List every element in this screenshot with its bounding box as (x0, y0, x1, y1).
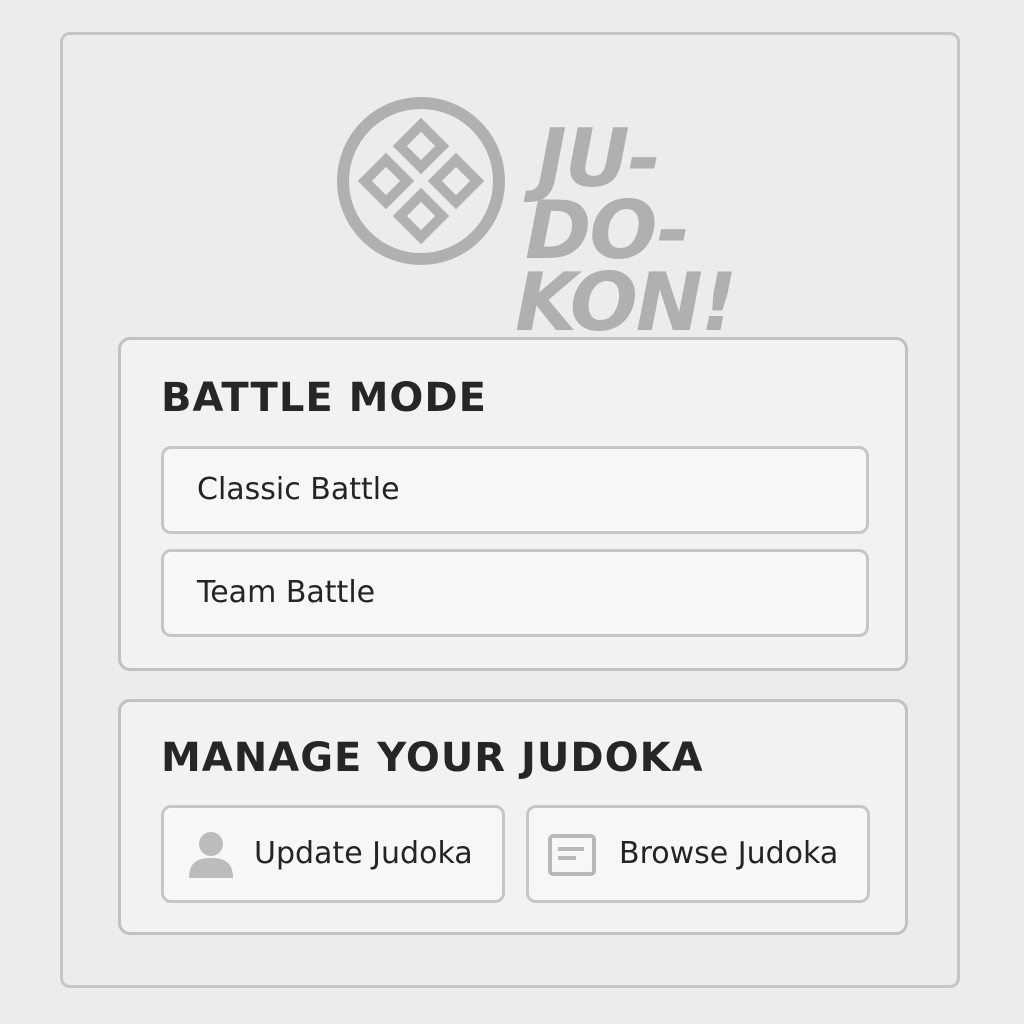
card-list-icon (548, 834, 596, 876)
app-frame: JU- DO- KON! BATTLE MODE Classic Battle … (60, 32, 960, 988)
logo-text-line-3: KON! (515, 256, 737, 349)
battle-mode-panel: BATTLE MODE Classic Battle Team Battle (118, 337, 908, 671)
team-battle-button[interactable]: Team Battle (161, 549, 869, 637)
browse-judoka-button[interactable]: Browse Judoka (526, 805, 870, 903)
manage-judoka-title: MANAGE YOUR JUDOKA (161, 735, 704, 781)
battle-mode-title: BATTLE MODE (161, 375, 487, 421)
update-judoka-button[interactable]: Update Judoka (161, 805, 505, 903)
app-logo: JU- DO- KON! (335, 95, 755, 343)
classic-battle-label: Classic Battle (197, 472, 400, 507)
team-battle-label: Team Battle (197, 575, 376, 610)
browse-judoka-label: Browse Judoka (619, 836, 839, 871)
logo-emblem-icon (337, 97, 505, 265)
logo-wordmark: JU- DO- KON! (515, 119, 755, 343)
update-judoka-label: Update Judoka (254, 836, 473, 871)
manage-judoka-panel: MANAGE YOUR JUDOKA Update Judoka Browse … (118, 699, 908, 935)
user-icon (189, 832, 233, 878)
classic-battle-button[interactable]: Classic Battle (161, 446, 869, 534)
